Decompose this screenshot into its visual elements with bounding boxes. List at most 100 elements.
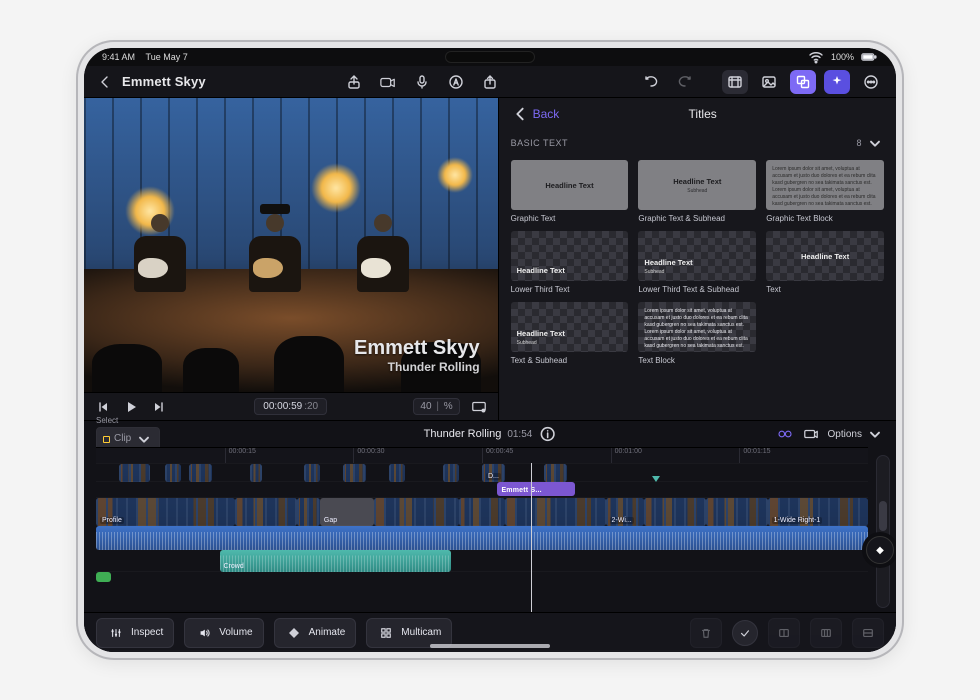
redo-button[interactable] xyxy=(672,70,698,94)
timeline-clip[interactable] xyxy=(505,498,605,526)
timeline-clip[interactable] xyxy=(706,498,768,526)
inspector-section-header[interactable]: BASIC TEXT 8 xyxy=(499,130,896,156)
multicam-button[interactable]: Multicam xyxy=(366,618,452,648)
text-tool-button[interactable] xyxy=(443,70,469,94)
titles-browser-button[interactable] xyxy=(790,70,816,94)
timeline-ruler[interactable]: 00:00:1500:00:3000:00:4500:01:0000:01:15 xyxy=(96,447,868,463)
viewer-title-line1: Emmett Skyy xyxy=(354,337,480,360)
viewer-canvas[interactable]: Emmett Skyy Thunder Rolling xyxy=(84,98,498,392)
timeline-clip[interactable] xyxy=(297,498,320,526)
title-preset[interactable]: Lorem ipsum dolor sit amet, voluptua at … xyxy=(766,160,884,223)
title-preset-label: Text Block xyxy=(638,356,756,365)
title-preset[interactable]: Headline TextSubheadText & Subhead xyxy=(511,302,629,365)
browser-button[interactable] xyxy=(722,70,748,94)
timeline-clip[interactable]: Gap xyxy=(320,498,374,526)
layout-a-button[interactable] xyxy=(768,618,800,648)
timeline-clip[interactable] xyxy=(443,464,458,482)
animate-button[interactable]: Animate xyxy=(274,618,357,648)
timeline-clip[interactable] xyxy=(119,464,150,482)
next-frame-button[interactable] xyxy=(150,398,168,416)
battery-icon xyxy=(860,48,878,66)
layout-b-button[interactable] xyxy=(810,618,842,648)
timeline-clip[interactable]: Crowd xyxy=(220,550,452,572)
display-options-button[interactable] xyxy=(470,398,488,416)
title-preset[interactable]: Headline TextGraphic Text xyxy=(511,160,629,223)
timeline-view-button[interactable] xyxy=(802,425,820,443)
scrollbar-thumb[interactable] xyxy=(879,501,887,531)
timeline-clip[interactable]: Emmett S... xyxy=(497,482,574,496)
timeline-clip[interactable] xyxy=(544,464,567,482)
title-preset[interactable]: Headline TextLower Third Text xyxy=(511,231,629,294)
timeline-clip[interactable] xyxy=(374,498,459,526)
timeline-clip[interactable] xyxy=(304,464,319,482)
undo-button[interactable] xyxy=(638,70,664,94)
clip-label: Gap xyxy=(324,517,337,524)
title-preset[interactable]: Headline TextSubheadLower Third Text & S… xyxy=(638,231,756,294)
lane-primary: Profile Gap 2-Wi... 1-Wide Right-1 xyxy=(96,497,868,525)
voiceover-button[interactable] xyxy=(409,70,435,94)
timeline-marker[interactable] xyxy=(652,476,660,482)
title-preset-label: Graphic Text xyxy=(511,214,629,223)
clip-label: 1-Wide Right-1 xyxy=(772,517,823,524)
home-indicator[interactable] xyxy=(430,644,550,648)
viewer-lower-third: Emmett Skyy Thunder Rolling xyxy=(354,337,480,374)
timecode-main: 00:00:59 xyxy=(263,401,302,412)
timeline-clip[interactable] xyxy=(459,498,505,526)
vertical-scrollbar[interactable] xyxy=(876,455,890,608)
timecode-display[interactable]: 00:00:59:20 xyxy=(254,398,327,415)
viewer-title-line2: Thunder Rolling xyxy=(354,360,480,374)
volume-button[interactable]: Volume xyxy=(184,618,263,648)
inspector-back-button[interactable]: Back xyxy=(511,105,560,123)
lane-titles: Emmett S... xyxy=(96,481,868,497)
layout-c-button[interactable] xyxy=(852,618,884,648)
ruler-tick: 00:01:15 xyxy=(739,448,770,463)
project-title[interactable]: Emmett Skyy xyxy=(122,74,206,89)
timeline-clip[interactable]: D... xyxy=(482,464,505,482)
timeline-clip[interactable]: Profile xyxy=(96,498,235,526)
title-preset-label: Graphic Text Block xyxy=(766,214,884,223)
back-chevron-icon[interactable] xyxy=(96,73,114,91)
timeline-clip[interactable] xyxy=(96,572,111,582)
title-preset[interactable]: Headline TextSubheadGraphic Text & Subhe… xyxy=(638,160,756,223)
info-icon[interactable] xyxy=(538,425,556,443)
inspect-button[interactable]: Inspect xyxy=(96,618,174,648)
snapping-button[interactable] xyxy=(776,425,794,443)
export-icon xyxy=(481,73,499,91)
timeline-clip[interactable] xyxy=(250,464,262,482)
camera-notch xyxy=(445,51,535,63)
camera-import-button[interactable] xyxy=(375,70,401,94)
play-button[interactable] xyxy=(122,398,140,416)
timeline-clip[interactable] xyxy=(644,498,706,526)
timeline-clip[interactable] xyxy=(343,464,366,482)
more-button[interactable] xyxy=(858,70,884,94)
title-preset-label: Text & Subhead xyxy=(511,356,629,365)
jog-dial[interactable]: ◆ xyxy=(866,536,894,564)
layout-split-icon xyxy=(775,624,793,642)
timeline-tracks[interactable]: D... Emmett S... Profile Gap 2-Wi... 1-Wide… xyxy=(84,463,896,612)
title-preset[interactable]: Lorem ipsum dolor sit amet, voluptua at … xyxy=(638,302,756,365)
clip-label: D... xyxy=(486,473,501,480)
confirm-button[interactable] xyxy=(732,620,758,646)
timeline-clip[interactable]: 1-Wide Right-1 xyxy=(768,498,868,526)
keyframe-icon xyxy=(285,624,303,642)
playhead[interactable] xyxy=(531,463,532,612)
timeline-clip[interactable] xyxy=(235,498,297,526)
options-menu[interactable]: Options xyxy=(828,425,884,443)
status-left: 9:41 AM Tue May 7 xyxy=(102,52,188,62)
timeline-clip[interactable] xyxy=(389,464,404,482)
zoom-percent-control[interactable]: 40 | % xyxy=(413,398,459,415)
export-button[interactable] xyxy=(477,70,503,94)
prev-frame-button[interactable] xyxy=(94,398,112,416)
title-preset[interactable]: Headline TextText xyxy=(766,231,884,294)
timeline-clip[interactable] xyxy=(189,464,212,482)
title-preset-label: Graphic Text & Subhead xyxy=(638,214,756,223)
delete-button[interactable] xyxy=(690,618,722,648)
share-button[interactable] xyxy=(341,70,367,94)
lane-markers xyxy=(96,571,868,585)
photos-button[interactable] xyxy=(756,70,782,94)
timeline-clip[interactable] xyxy=(165,464,180,482)
timeline-clip[interactable]: 2-Wi... xyxy=(606,498,645,526)
timeline-clip[interactable] xyxy=(96,526,868,550)
audio-browser-button[interactable] xyxy=(824,70,850,94)
title-preset-thumbnail: Headline Text xyxy=(511,231,629,281)
